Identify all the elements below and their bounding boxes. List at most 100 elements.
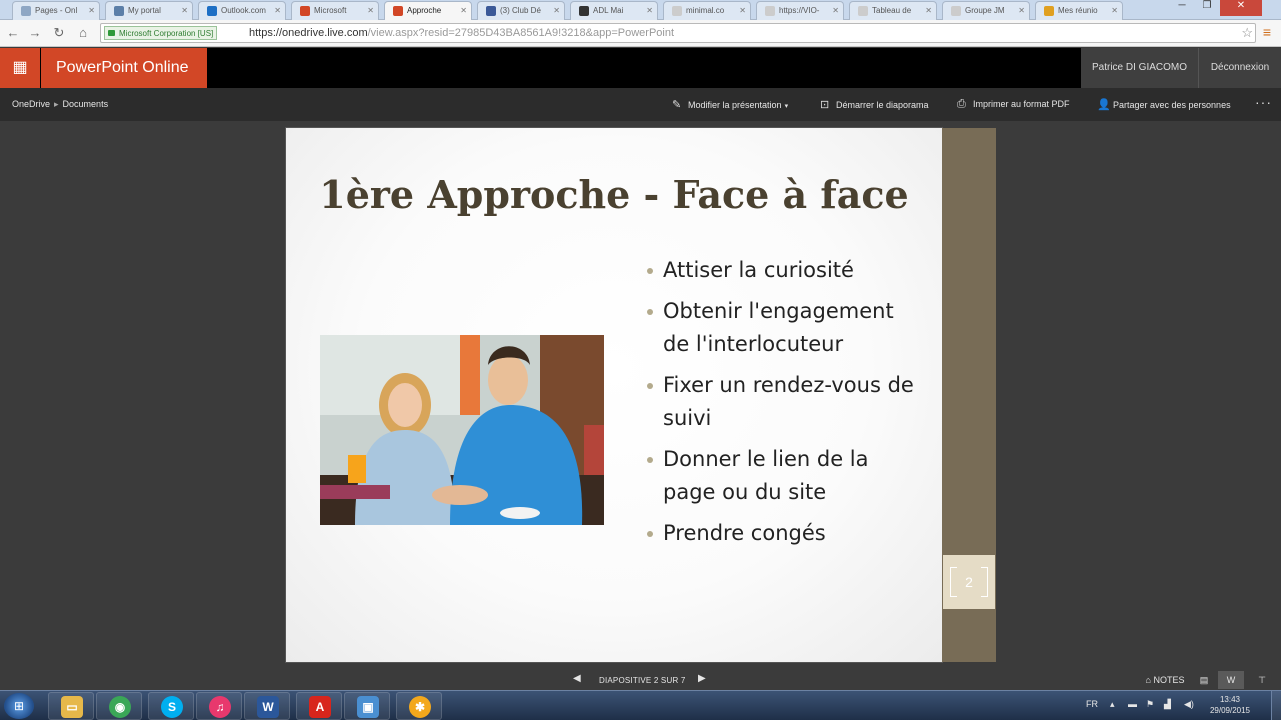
taskbar-acrobat[interactable]: A [296, 692, 342, 720]
acrobat-icon: A [309, 696, 331, 718]
tab-close-icon[interactable]: ✕ [739, 6, 746, 15]
tab-favicon [486, 6, 496, 16]
breadcrumb-documents[interactable]: Documents [63, 99, 109, 109]
folder-icon: ▭ [61, 696, 83, 718]
ev-certificate-badge[interactable]: Microsoft Corporation [US] [104, 26, 218, 40]
tab-favicon [579, 6, 589, 16]
normal-view-icon[interactable]: ▤ [1194, 671, 1214, 689]
logout-button[interactable]: Déconnexion [1198, 48, 1281, 88]
system-clock[interactable]: 13:43 29/09/2015 [1208, 694, 1252, 716]
print-pdf-button[interactable]: ⎙ Imprimer au format PDF [957, 98, 1070, 111]
tab-favicon [1044, 6, 1054, 16]
tab-favicon [21, 6, 31, 16]
tab-close-icon[interactable]: ✕ [832, 6, 839, 15]
close-window-icon[interactable]: ✕ [1220, 0, 1262, 16]
tab-close-icon[interactable]: ✕ [274, 6, 281, 15]
taskbar-word[interactable]: W [244, 692, 290, 720]
notes-button[interactable]: ⌂ NOTES [1142, 671, 1188, 689]
show-desktop-button[interactable] [1271, 691, 1281, 720]
bullet-item: Attiser la curiosité [644, 254, 914, 287]
action-center-flag-icon[interactable]: ⚑ [1146, 699, 1154, 710]
tab-close-icon[interactable]: ✕ [553, 6, 560, 15]
slide-number: 2 [965, 574, 973, 590]
back-arrow-icon[interactable]: ← [4, 24, 22, 42]
app-launcher-icon[interactable]: ▦ [0, 48, 40, 88]
minimize-window-icon[interactable]: ─ [1170, 0, 1194, 16]
chrome-icon: ◉ [109, 696, 131, 718]
edit-presentation-button[interactable]: ✎ Modifier la présentation ▾ [672, 98, 788, 111]
language-indicator[interactable]: FR [1086, 699, 1098, 709]
browser-tab[interactable]: Outlook.com ✕ [198, 1, 286, 20]
app-title[interactable]: PowerPoint Online [41, 48, 207, 88]
clock-date: 29/09/2015 [1209, 706, 1251, 715]
tab-favicon [393, 6, 403, 16]
start-button-icon[interactable]: ⊞ [4, 693, 34, 719]
taskbar-chrome[interactable]: ◉ [96, 692, 142, 720]
itunes-icon: ♫ [209, 696, 231, 718]
taskbar-itunes[interactable]: ♫ [196, 692, 242, 720]
tab-favicon [858, 6, 868, 16]
tab-close-icon[interactable]: ✕ [1018, 6, 1025, 15]
screen: Pages - Onl ✕ My portal ✕ Outlook.com ✕ Mic… [0, 0, 1281, 720]
tab-close-icon[interactable]: ✕ [925, 6, 932, 15]
starburst-icon: ✱ [409, 696, 431, 718]
browser-tab[interactable]: Mes réunio ✕ [1035, 1, 1123, 20]
browser-tab[interactable]: Groupe JM ✕ [942, 1, 1030, 20]
browser-menu-icon[interactable]: ≡ [1259, 24, 1275, 40]
tab-favicon [951, 6, 961, 16]
bullet-item: Fixer un rendez-vous de suivi [644, 369, 914, 435]
tab-close-icon[interactable]: ✕ [460, 6, 467, 15]
more-options-icon[interactable]: ··· [1255, 94, 1272, 110]
tray-expand-icon[interactable]: ▴ [1110, 699, 1115, 710]
network-icon[interactable]: ▟ [1164, 699, 1171, 710]
tab-close-icon[interactable]: ✕ [1111, 6, 1118, 15]
tab-favicon [672, 6, 682, 16]
forward-arrow-icon[interactable]: → [26, 24, 44, 42]
home-icon[interactable]: ⌂ [74, 24, 92, 42]
taskbar-remote-desktop[interactable]: ▣ [344, 692, 390, 720]
address-bar[interactable]: Microsoft Corporation [US] https://onedr… [100, 23, 1256, 43]
browser-tab-active[interactable]: Approche ✕ [384, 1, 472, 20]
tab-favicon [207, 6, 217, 16]
user-name[interactable]: Patrice DI GIACOMO [1081, 48, 1198, 88]
next-slide-icon[interactable]: ▶ [698, 673, 706, 684]
office-header: ▦ PowerPoint Online Patrice DI GIACOMO D… [0, 48, 1281, 88]
slide-title: 1ère Approche - Face à face [319, 172, 909, 217]
tab-close-icon[interactable]: ✕ [88, 6, 95, 15]
breadcrumb-onedrive[interactable]: OneDrive [12, 99, 50, 109]
browser-tab[interactable]: My portal ✕ [105, 1, 193, 20]
browser-tab[interactable]: Microsoft ✕ [291, 1, 379, 20]
taskbar-explorer[interactable]: ▭ [48, 692, 94, 720]
reload-icon[interactable]: ↻ [50, 24, 68, 42]
browser-tab[interactable]: ADL Mai ✕ [570, 1, 658, 20]
restore-window-icon[interactable]: ❐ [1195, 0, 1219, 16]
slideshow-view-icon[interactable]: ⊤ [1250, 671, 1274, 689]
tab-close-icon[interactable]: ✕ [367, 6, 374, 15]
address-url[interactable]: https://onedrive.live.com/view.aspx?resi… [249, 27, 674, 39]
start-slideshow-button[interactable]: ⊡ Démarrer le diaporama [820, 98, 929, 111]
browser-tab[interactable]: (3) Club Dé ✕ [477, 1, 565, 20]
previous-slide-icon[interactable]: ◀ [573, 673, 581, 684]
browser-tab[interactable]: https://VIO- ✕ [756, 1, 844, 20]
share-button[interactable]: 👤 Partager avec des personnes [1097, 98, 1231, 111]
printer-icon: ⎙ [957, 98, 966, 110]
browser-tab[interactable]: Pages - Onl ✕ [12, 1, 100, 20]
volume-icon[interactable]: ◀) [1184, 699, 1194, 710]
tab-close-icon[interactable]: ✕ [181, 6, 188, 15]
chevron-down-icon: ▾ [784, 103, 789, 110]
slide-side-band: 2 [942, 128, 996, 662]
slide-navigation: ◀ DIAPOSITIVE 2 SUR 7 ▶ [0, 670, 1281, 690]
bookmark-star-icon[interactable]: ☆ [1241, 25, 1253, 41]
tab-close-icon[interactable]: ✕ [646, 6, 653, 15]
bullet-item: Prendre congés [644, 517, 914, 550]
slide-counter: DIAPOSITIVE 2 SUR 7 [599, 676, 686, 685]
taskbar-skype[interactable]: S [148, 692, 194, 720]
taskbar-starburst[interactable]: ✱ [396, 692, 442, 720]
battery-icon[interactable]: ▬ [1128, 699, 1137, 709]
pencil-icon: ✎ [672, 99, 682, 111]
windows-taskbar: ⊞ ▭ ◉ S ♫ W A ▣ ✱ FR ▴ ▬ ⚑ ▟ ◀) 13:43 29/… [0, 690, 1281, 720]
tab-favicon [765, 6, 775, 16]
browser-tab[interactable]: Tableau de ✕ [849, 1, 937, 20]
reading-view-icon[interactable]: W [1218, 671, 1244, 689]
browser-tab[interactable]: minimal.co ✕ [663, 1, 751, 20]
